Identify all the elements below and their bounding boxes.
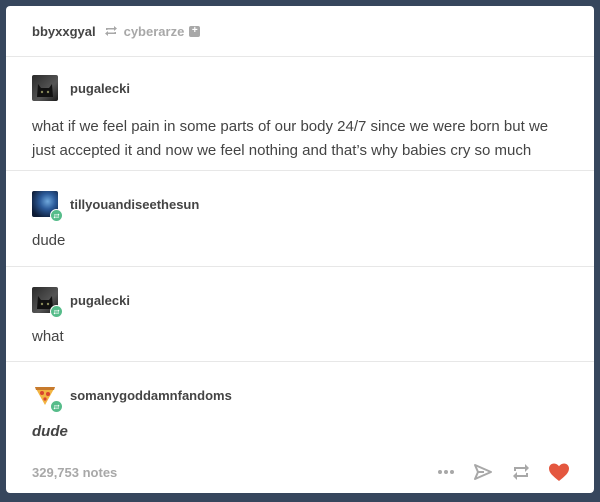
post-text: dude <box>32 423 68 440</box>
entry-author: tillyouandiseethesun <box>32 191 568 222</box>
post-actions <box>436 442 570 502</box>
post-card: bbyxxgyal cyberarze + pugalecki what if … <box>6 6 594 493</box>
plus-icon[interactable]: + <box>189 25 201 37</box>
like-icon[interactable] <box>548 462 570 482</box>
source-username[interactable]: cyberarze <box>124 24 185 39</box>
reblog-entry: somanygoddamnfandoms dude <box>6 362 594 442</box>
reblogger-username[interactable]: bbyxxgyal <box>32 24 96 39</box>
reblog-icon[interactable] <box>510 462 532 482</box>
post-header: bbyxxgyal cyberarze + <box>6 6 594 57</box>
post-footer: 329,753 notes <box>6 442 594 502</box>
reblog-badge-icon <box>50 400 63 413</box>
reblog-entry: tillyouandiseethesun dude <box>6 171 594 267</box>
reblog-entry: pugalecki what <box>6 267 594 362</box>
author-name[interactable]: pugalecki <box>70 293 130 308</box>
post-text: what <box>32 328 64 345</box>
author-name[interactable]: pugalecki <box>70 81 130 96</box>
black-cat-avatar[interactable] <box>32 75 58 101</box>
reblog-entry: pugalecki what if we feel pain in some p… <box>6 57 594 171</box>
entry-author: pugalecki <box>32 75 568 101</box>
pizza-slice-avatar[interactable] <box>32 382 63 413</box>
post-text: what if we feel pain in some parts of ou… <box>32 118 549 159</box>
reblog-icon <box>104 26 117 36</box>
entry-author: somanygoddamnfandoms <box>32 382 568 413</box>
reblog-badge-icon <box>50 209 63 222</box>
black-cat-avatar[interactable] <box>32 287 63 318</box>
share-icon[interactable] <box>472 462 494 482</box>
author-name[interactable]: tillyouandiseethesun <box>70 197 199 212</box>
blue-galaxy-avatar[interactable] <box>32 191 63 222</box>
reblog-badge-icon <box>50 305 63 318</box>
entry-author: pugalecki <box>32 287 568 318</box>
notes-count[interactable]: 329,753 notes <box>32 465 117 480</box>
author-name[interactable]: somanygoddamnfandoms <box>70 388 232 403</box>
post-text: dude <box>32 232 66 249</box>
more-icon[interactable] <box>436 462 456 482</box>
